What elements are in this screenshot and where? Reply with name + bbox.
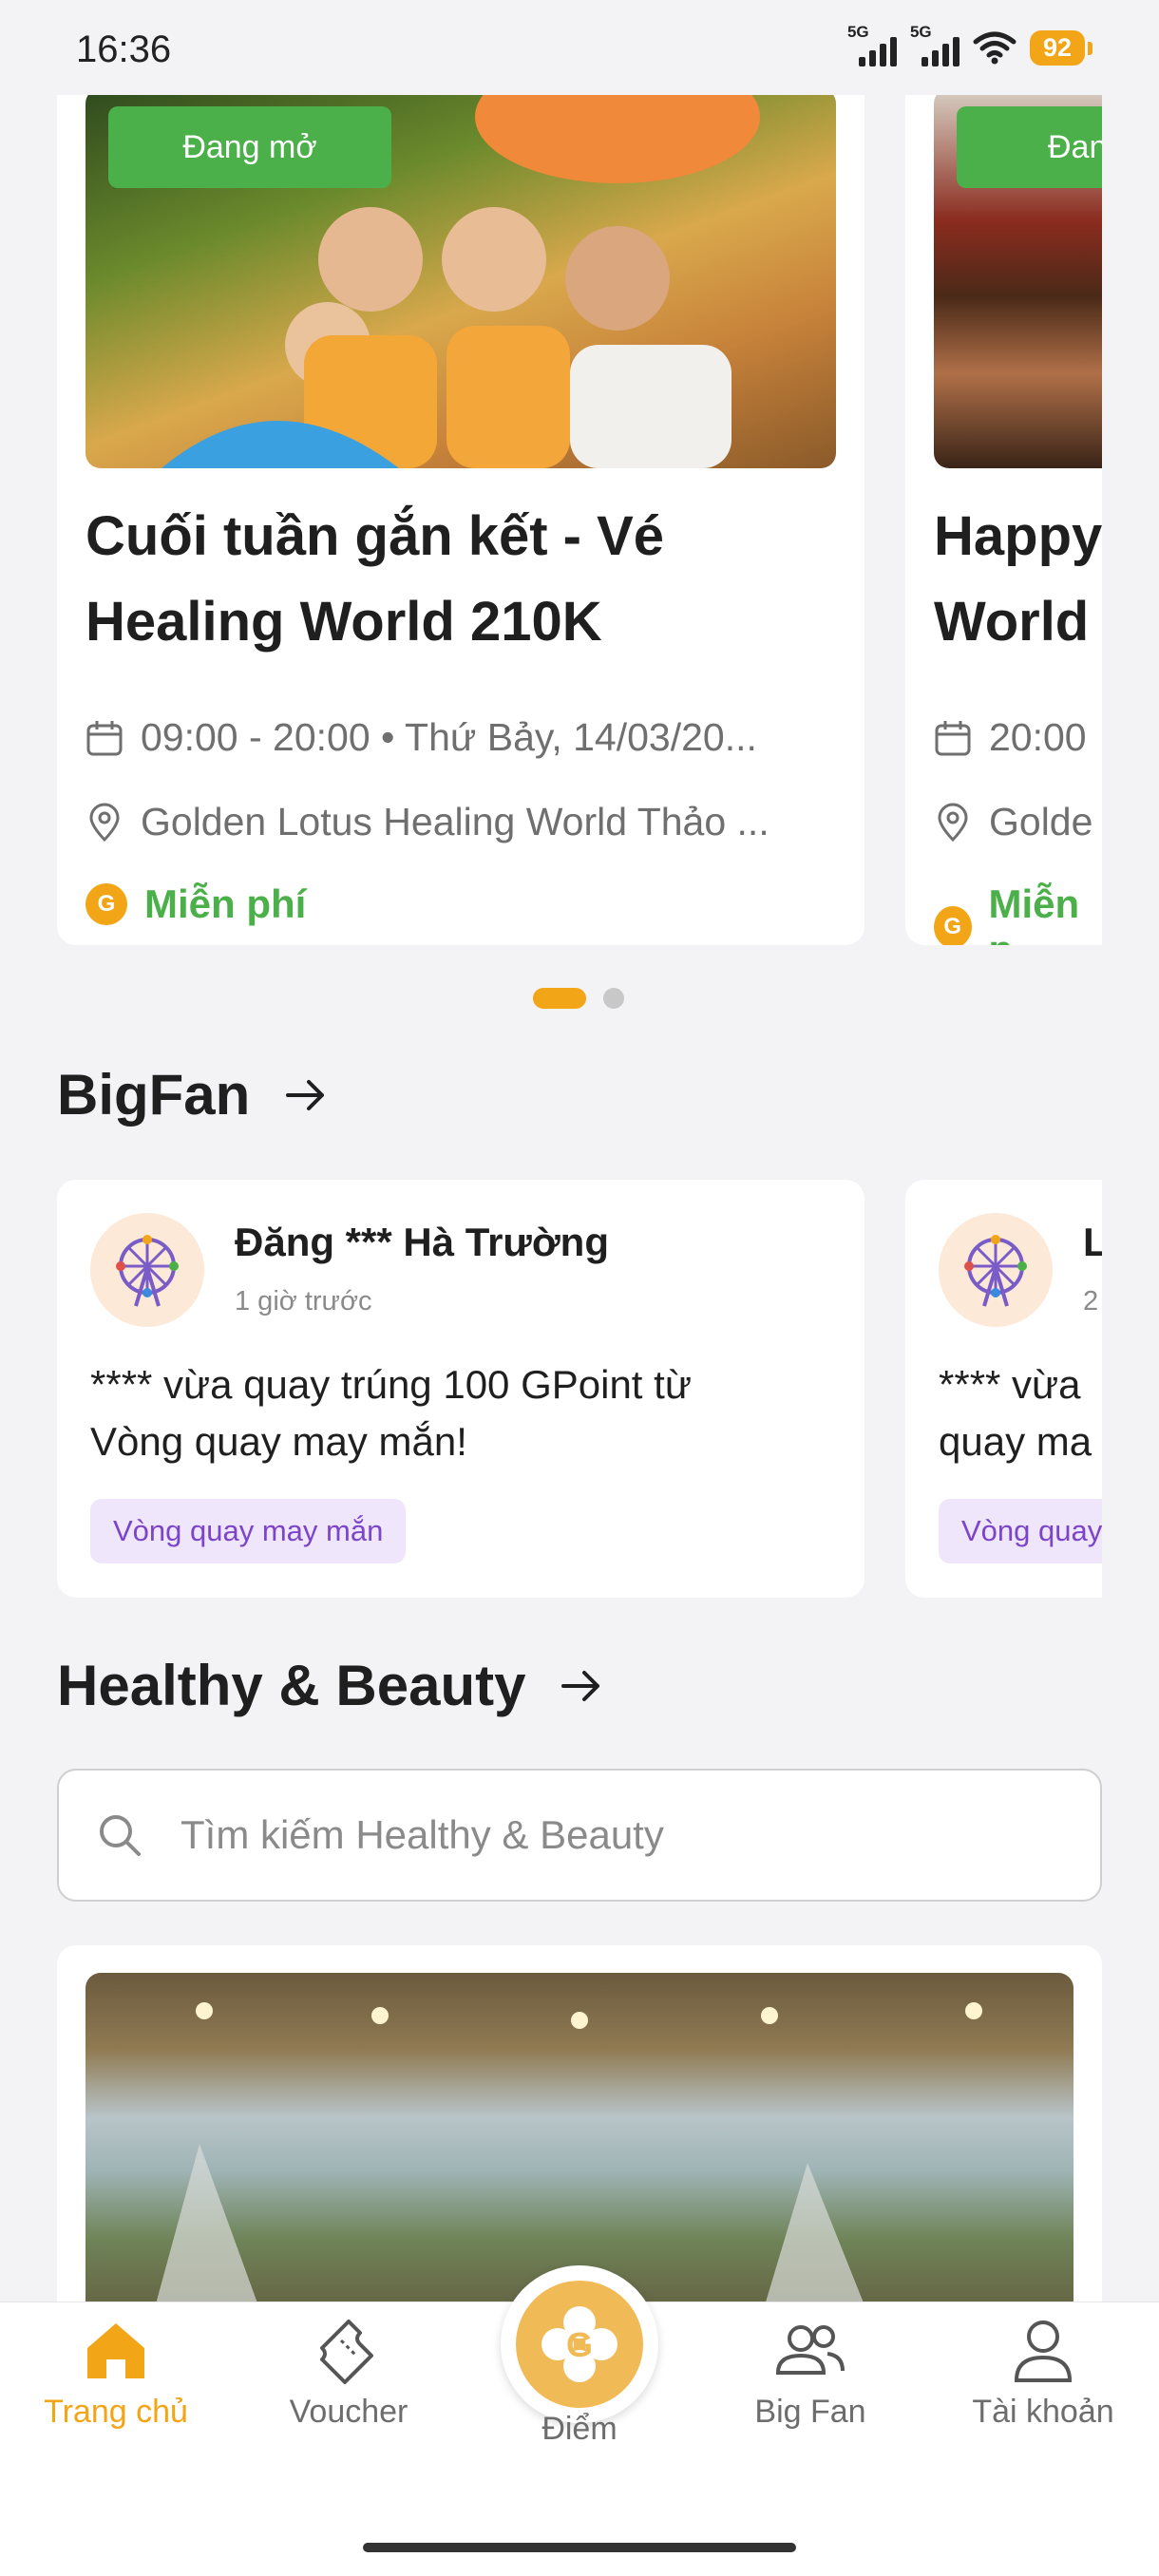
- cellular-signal-icon: 5G: [847, 23, 897, 66]
- fan-timestamp: 1 giờ trước: [235, 1286, 372, 1316]
- bigfan-section-header[interactable]: BigFan: [57, 1062, 326, 1127]
- fan-message: **** vừa quay ma: [939, 1362, 1092, 1464]
- home-icon: [87, 2323, 144, 2378]
- location-pin-icon: [938, 803, 968, 842]
- event-title: Cuối tuần gắn kết - Vé Healing World 210…: [86, 505, 665, 653]
- event-location-row: Golden Lotus Healing World Thảo ...: [86, 800, 836, 844]
- fan-name: L: [1083, 1220, 1102, 1264]
- event-price: Miễn phí: [144, 881, 307, 926]
- carousel-dot-active[interactable]: [533, 988, 586, 1009]
- user-icon: [1014, 2320, 1073, 2382]
- bigfan-card[interactable]: L 2 **** vừa quay ma Vòng quay: [905, 1180, 1102, 1598]
- wifi-icon: [973, 31, 1016, 65]
- ticket-icon: [320, 2320, 373, 2384]
- event-datetime: 20:00: [989, 715, 1087, 759]
- healthy-beauty-section-header[interactable]: Healthy & Beauty: [57, 1653, 601, 1718]
- nav-bigfan[interactable]: Big Fan: [715, 2318, 905, 2431]
- event-card[interactable]: Đang mở Cuối tuần gắn kết - Vé Healing W…: [57, 57, 864, 945]
- search-bar[interactable]: [57, 1769, 1102, 1902]
- ferris-wheel-icon: [116, 1235, 179, 1307]
- gpoint-logo-icon: G: [542, 2306, 618, 2382]
- avatar: [90, 1213, 204, 1327]
- nav-account[interactable]: Tài khoản: [948, 2318, 1138, 2431]
- nav-voucher[interactable]: Voucher: [254, 2318, 444, 2431]
- nav-voucher-label: Voucher: [289, 2394, 408, 2430]
- nav-home[interactable]: Trang chủ: [21, 2318, 211, 2431]
- section-title: BigFan: [57, 1063, 251, 1127]
- event-datetime-row: 09:00 - 20:00 • Thứ Bảy, 14/03/20...: [86, 715, 836, 760]
- bigfan-card[interactable]: Đăng *** Hà Trường 1 giờ trước **** vừa …: [57, 1180, 864, 1598]
- arrow-right-icon: [561, 1670, 600, 1701]
- nav-bigfan-label: Big Fan: [754, 2394, 866, 2430]
- ferris-wheel-icon: [964, 1235, 1027, 1307]
- svg-text:G: G: [566, 2325, 593, 2364]
- status-badge-open: Đang mở: [108, 106, 391, 188]
- arrow-right-icon: [286, 1079, 325, 1110]
- event-datetime-row: 20:00: [934, 715, 1087, 760]
- battery-indicator: 92: [1029, 29, 1093, 66]
- gpoint-coin-icon: G: [86, 883, 127, 925]
- search-icon: [100, 1815, 141, 1856]
- event-title: Happy World: [934, 505, 1102, 653]
- location-pin-icon: [89, 803, 120, 842]
- status-bar: 16:36 5G 5G 92: [0, 0, 1159, 95]
- nav-points-button[interactable]: G: [501, 2265, 658, 2423]
- people-icon: [775, 2325, 845, 2375]
- section-title: Healthy & Beauty: [57, 1654, 526, 1717]
- nav-home-label: Trang chủ: [44, 2394, 188, 2430]
- event-price: Miễn p: [988, 881, 1080, 945]
- event-location: Golden Lotus Healing World Thảo ...: [141, 800, 770, 843]
- status-badge-open: Đang: [957, 106, 1102, 188]
- event-location-row: Golde: [934, 800, 1092, 844]
- calendar-icon: [935, 720, 971, 755]
- nav-account-label: Tài khoản: [972, 2394, 1114, 2430]
- fan-tag-chip[interactable]: Vòng quay may mắn: [90, 1499, 407, 1563]
- event-price-row: G Miễn p: [934, 881, 1102, 945]
- calendar-icon: [86, 720, 123, 755]
- event-datetime: 09:00 - 20:00 • Thứ Bảy, 14/03/20...: [141, 715, 757, 759]
- event-price-row: G Miễn phí: [86, 881, 306, 927]
- fan-tag-chip[interactable]: Vòng quay: [939, 1499, 1102, 1563]
- nav-points-label: Điểm: [542, 2411, 618, 2447]
- search-input[interactable]: [180, 1812, 1036, 1858]
- home-indicator: [363, 2543, 796, 2552]
- avatar: [939, 1213, 1053, 1327]
- event-location: Golde: [989, 800, 1093, 843]
- points-coin: G: [516, 2281, 643, 2408]
- event-card[interactable]: Đang Happy World 20:00 Golde G Miễn p: [905, 57, 1102, 945]
- gpoint-coin-icon: G: [934, 906, 972, 945]
- carousel-dot[interactable]: [603, 988, 624, 1009]
- cellular-signal-icon: 5G: [910, 23, 960, 66]
- status-time: 16:36: [76, 28, 172, 70]
- fan-name: Đăng *** Hà Trường: [235, 1220, 609, 1264]
- fan-message: **** vừa quay trúng 100 GPoint từ Vòng q…: [90, 1362, 692, 1464]
- status-icons: 5G 5G 92: [847, 23, 1093, 66]
- fan-timestamp: 2: [1083, 1286, 1099, 1316]
